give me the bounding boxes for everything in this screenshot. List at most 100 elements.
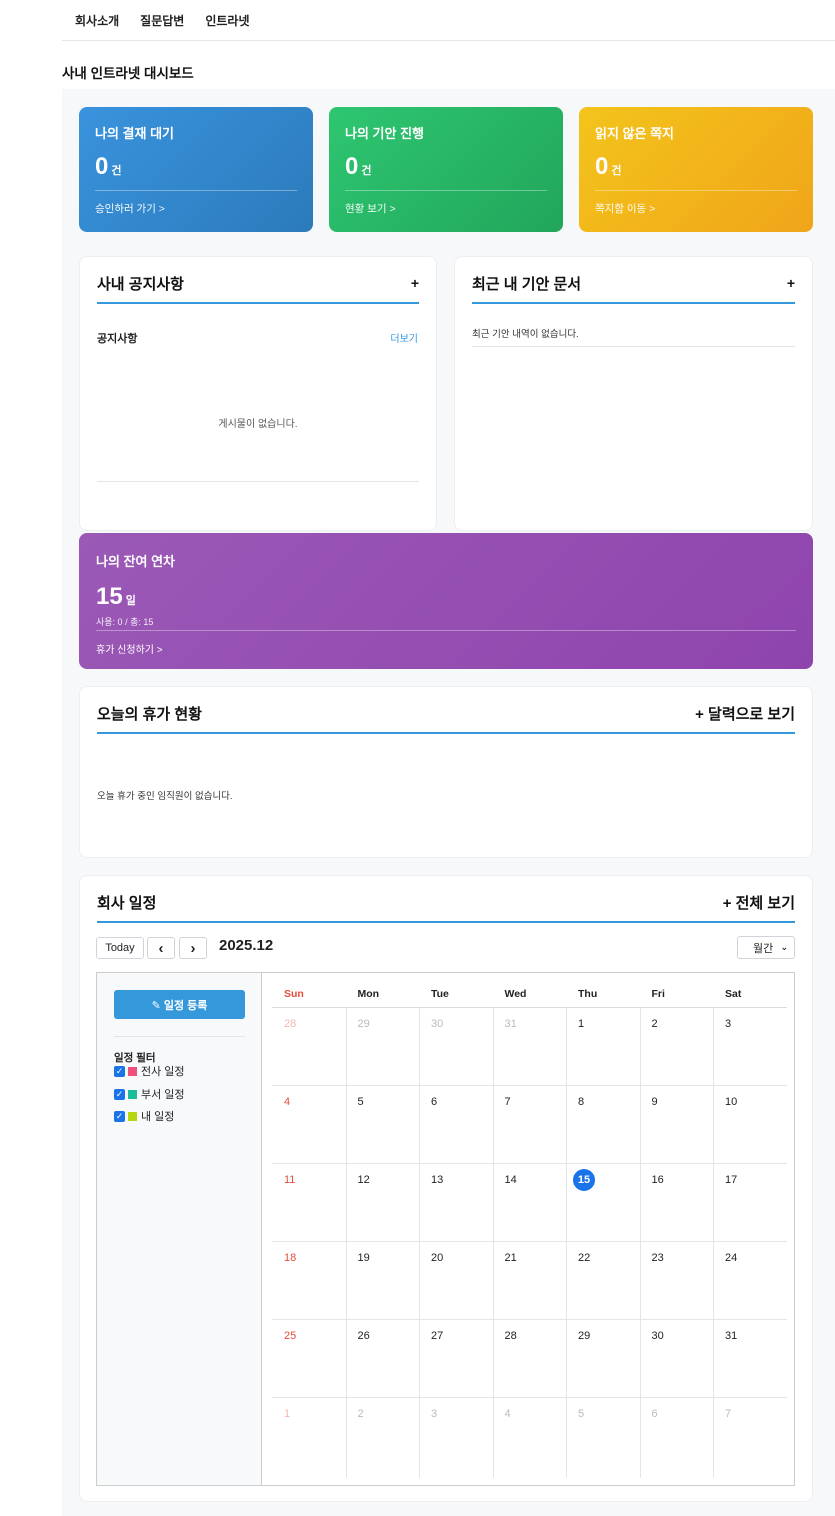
- calendar-day[interactable]: 10: [713, 1086, 787, 1164]
- calendar-day[interactable]: 20: [419, 1242, 493, 1320]
- calendar-day[interactable]: 30: [639, 1320, 713, 1398]
- day-number: 7: [725, 1408, 732, 1420]
- today-leave-card: 오늘의 휴가 현황 + 달력으로 보기 오늘 휴가 중인 임직원이 없습니다.: [79, 686, 813, 858]
- day-number: 3: [431, 1408, 438, 1420]
- calendar-day[interactable]: 17: [713, 1164, 787, 1242]
- calendar-day[interactable]: 8: [566, 1086, 640, 1164]
- stat-link[interactable]: 현황 보기 >: [345, 201, 547, 216]
- calendar-day[interactable]: 24: [713, 1242, 787, 1320]
- divider: [472, 346, 795, 347]
- calendar-day[interactable]: 22: [566, 1242, 640, 1320]
- calendar-day[interactable]: 4: [493, 1398, 567, 1476]
- empty-message: 게시물이 없습니다.: [218, 419, 298, 430]
- calendar-day[interactable]: 3: [713, 1008, 787, 1086]
- filter-label: 전사 일정: [141, 1066, 185, 1078]
- calendar-day[interactable]: 23: [639, 1242, 713, 1320]
- unread-messages-card[interactable]: 읽지 않은 쪽지 0건 쪽지함 이동 >: [579, 107, 813, 232]
- calendar-day[interactable]: 30: [419, 1008, 493, 1086]
- filter-mine[interactable]: ✓ 내 일정: [114, 1108, 174, 1124]
- calendar-day[interactable]: 31: [492, 1008, 566, 1086]
- calendar-day[interactable]: 1: [566, 1008, 640, 1086]
- day-number: 21: [504, 1252, 517, 1264]
- day-number: 4: [284, 1096, 291, 1108]
- calendar-day[interactable]: 2: [639, 1008, 713, 1086]
- stat-title: 읽지 않은 쪽지: [595, 126, 674, 141]
- weekday-header: Fri: [639, 981, 713, 1008]
- calendar-day[interactable]: 28: [492, 1320, 566, 1398]
- calendar-day[interactable]: 5: [345, 1086, 419, 1164]
- calendar-day[interactable]: 2: [346, 1398, 420, 1476]
- day-number: 27: [431, 1330, 444, 1342]
- day-number: 19: [357, 1252, 370, 1264]
- calendar-day[interactable]: 16: [639, 1164, 713, 1242]
- filter-department[interactable]: ✓ 부서 일정: [114, 1086, 185, 1102]
- calendar-day[interactable]: 3: [419, 1398, 493, 1476]
- calendar-day[interactable]: 9: [639, 1086, 713, 1164]
- day-number: 5: [578, 1408, 585, 1420]
- calendar-day[interactable]: 11: [272, 1164, 346, 1242]
- checkbox-checked-icon[interactable]: ✓: [114, 1110, 125, 1122]
- weekday-header: Thu: [566, 981, 640, 1008]
- prev-month-button[interactable]: ‹: [147, 937, 175, 959]
- more-link[interactable]: 더보기: [390, 330, 418, 345]
- calendar-day[interactable]: 25: [272, 1320, 346, 1398]
- day-number: 9: [651, 1096, 658, 1108]
- calendar-day[interactable]: 13: [419, 1164, 493, 1242]
- calendar-day[interactable]: 29: [566, 1320, 640, 1398]
- plus-icon[interactable]: +: [411, 275, 419, 291]
- calendar-day[interactable]: 6: [640, 1398, 714, 1476]
- filter-company[interactable]: ✓ 전사 일정: [114, 1063, 185, 1079]
- nav-item-company[interactable]: 회사소개: [75, 12, 119, 29]
- calendar-day[interactable]: 26: [345, 1320, 419, 1398]
- weekday-header: Tue: [419, 981, 493, 1008]
- stat-link[interactable]: 승인하러 가기 >: [95, 201, 297, 216]
- checkbox-checked-icon[interactable]: ✓: [114, 1065, 125, 1077]
- color-swatch: [128, 1089, 137, 1099]
- calendar-view-link[interactable]: + 달력으로 보기: [695, 703, 795, 724]
- stat-link[interactable]: 쪽지함 이동 >: [595, 201, 797, 216]
- remaining-leave-card[interactable]: 나의 잔여 연차 15 일 사용: 0 / 총: 15 휴가 신청하기 >: [79, 533, 813, 669]
- next-month-button[interactable]: ›: [179, 937, 207, 959]
- day-number: 31: [504, 1018, 517, 1030]
- today-marker: 15: [573, 1169, 595, 1191]
- register-event-button[interactable]: ✎ 일정 등록: [114, 990, 245, 1019]
- calendar-day[interactable]: 29: [345, 1008, 419, 1086]
- today-button[interactable]: Today: [96, 937, 144, 959]
- calendar-day[interactable]: 14: [492, 1164, 566, 1242]
- calendar-day[interactable]: 18: [272, 1242, 346, 1320]
- calendar-sidebar: ✎ 일정 등록 일정 필터 ✓ 전사 일정 ✓ 부서 일정 ✓ 내 일정: [97, 973, 262, 1485]
- day-number: 4: [504, 1408, 511, 1420]
- checkbox-checked-icon[interactable]: ✓: [114, 1088, 125, 1100]
- view-all-link[interactable]: + 전체 보기: [723, 892, 795, 913]
- day-number: 14: [504, 1174, 517, 1186]
- divider: [96, 630, 796, 631]
- day-number: 5: [357, 1096, 364, 1108]
- calendar-day[interactable]: 4: [272, 1086, 346, 1164]
- nav-item-intranet[interactable]: 인트라넷: [205, 12, 249, 29]
- day-number: 18: [284, 1252, 297, 1264]
- color-swatch: [128, 1066, 137, 1076]
- calendar-day[interactable]: 27: [419, 1320, 493, 1398]
- day-number: 26: [357, 1330, 370, 1342]
- calendar-day[interactable]: 12: [345, 1164, 419, 1242]
- calendar-day[interactable]: 19: [345, 1242, 419, 1320]
- day-number: 30: [651, 1330, 664, 1342]
- stat-value: 15 일: [96, 583, 136, 610]
- draft-progress-card[interactable]: 나의 기안 진행 0건 현황 보기 >: [329, 107, 563, 232]
- leave-request-link[interactable]: 휴가 신청하기 >: [96, 641, 796, 656]
- calendar-day[interactable]: 1: [272, 1398, 346, 1476]
- approval-pending-card[interactable]: 나의 결재 대기 0건 승인하러 가기 >: [79, 107, 313, 232]
- calendar-day[interactable]: 5: [566, 1398, 640, 1476]
- card-title: 사내 공지사항: [97, 276, 184, 293]
- calendar-day[interactable]: 7: [713, 1398, 787, 1476]
- calendar-day[interactable]: 6: [419, 1086, 493, 1164]
- calendar-day[interactable]: 28: [272, 1008, 346, 1086]
- day-number: 23: [651, 1252, 664, 1264]
- nav-item-qna[interactable]: 질문답변: [140, 12, 184, 29]
- view-select[interactable]: 월간 ⌄: [737, 936, 795, 959]
- calendar-day[interactable]: 15: [566, 1164, 640, 1242]
- calendar-day[interactable]: 31: [713, 1320, 787, 1398]
- plus-icon[interactable]: +: [787, 275, 795, 291]
- calendar-day[interactable]: 21: [492, 1242, 566, 1320]
- calendar-day[interactable]: 7: [492, 1086, 566, 1164]
